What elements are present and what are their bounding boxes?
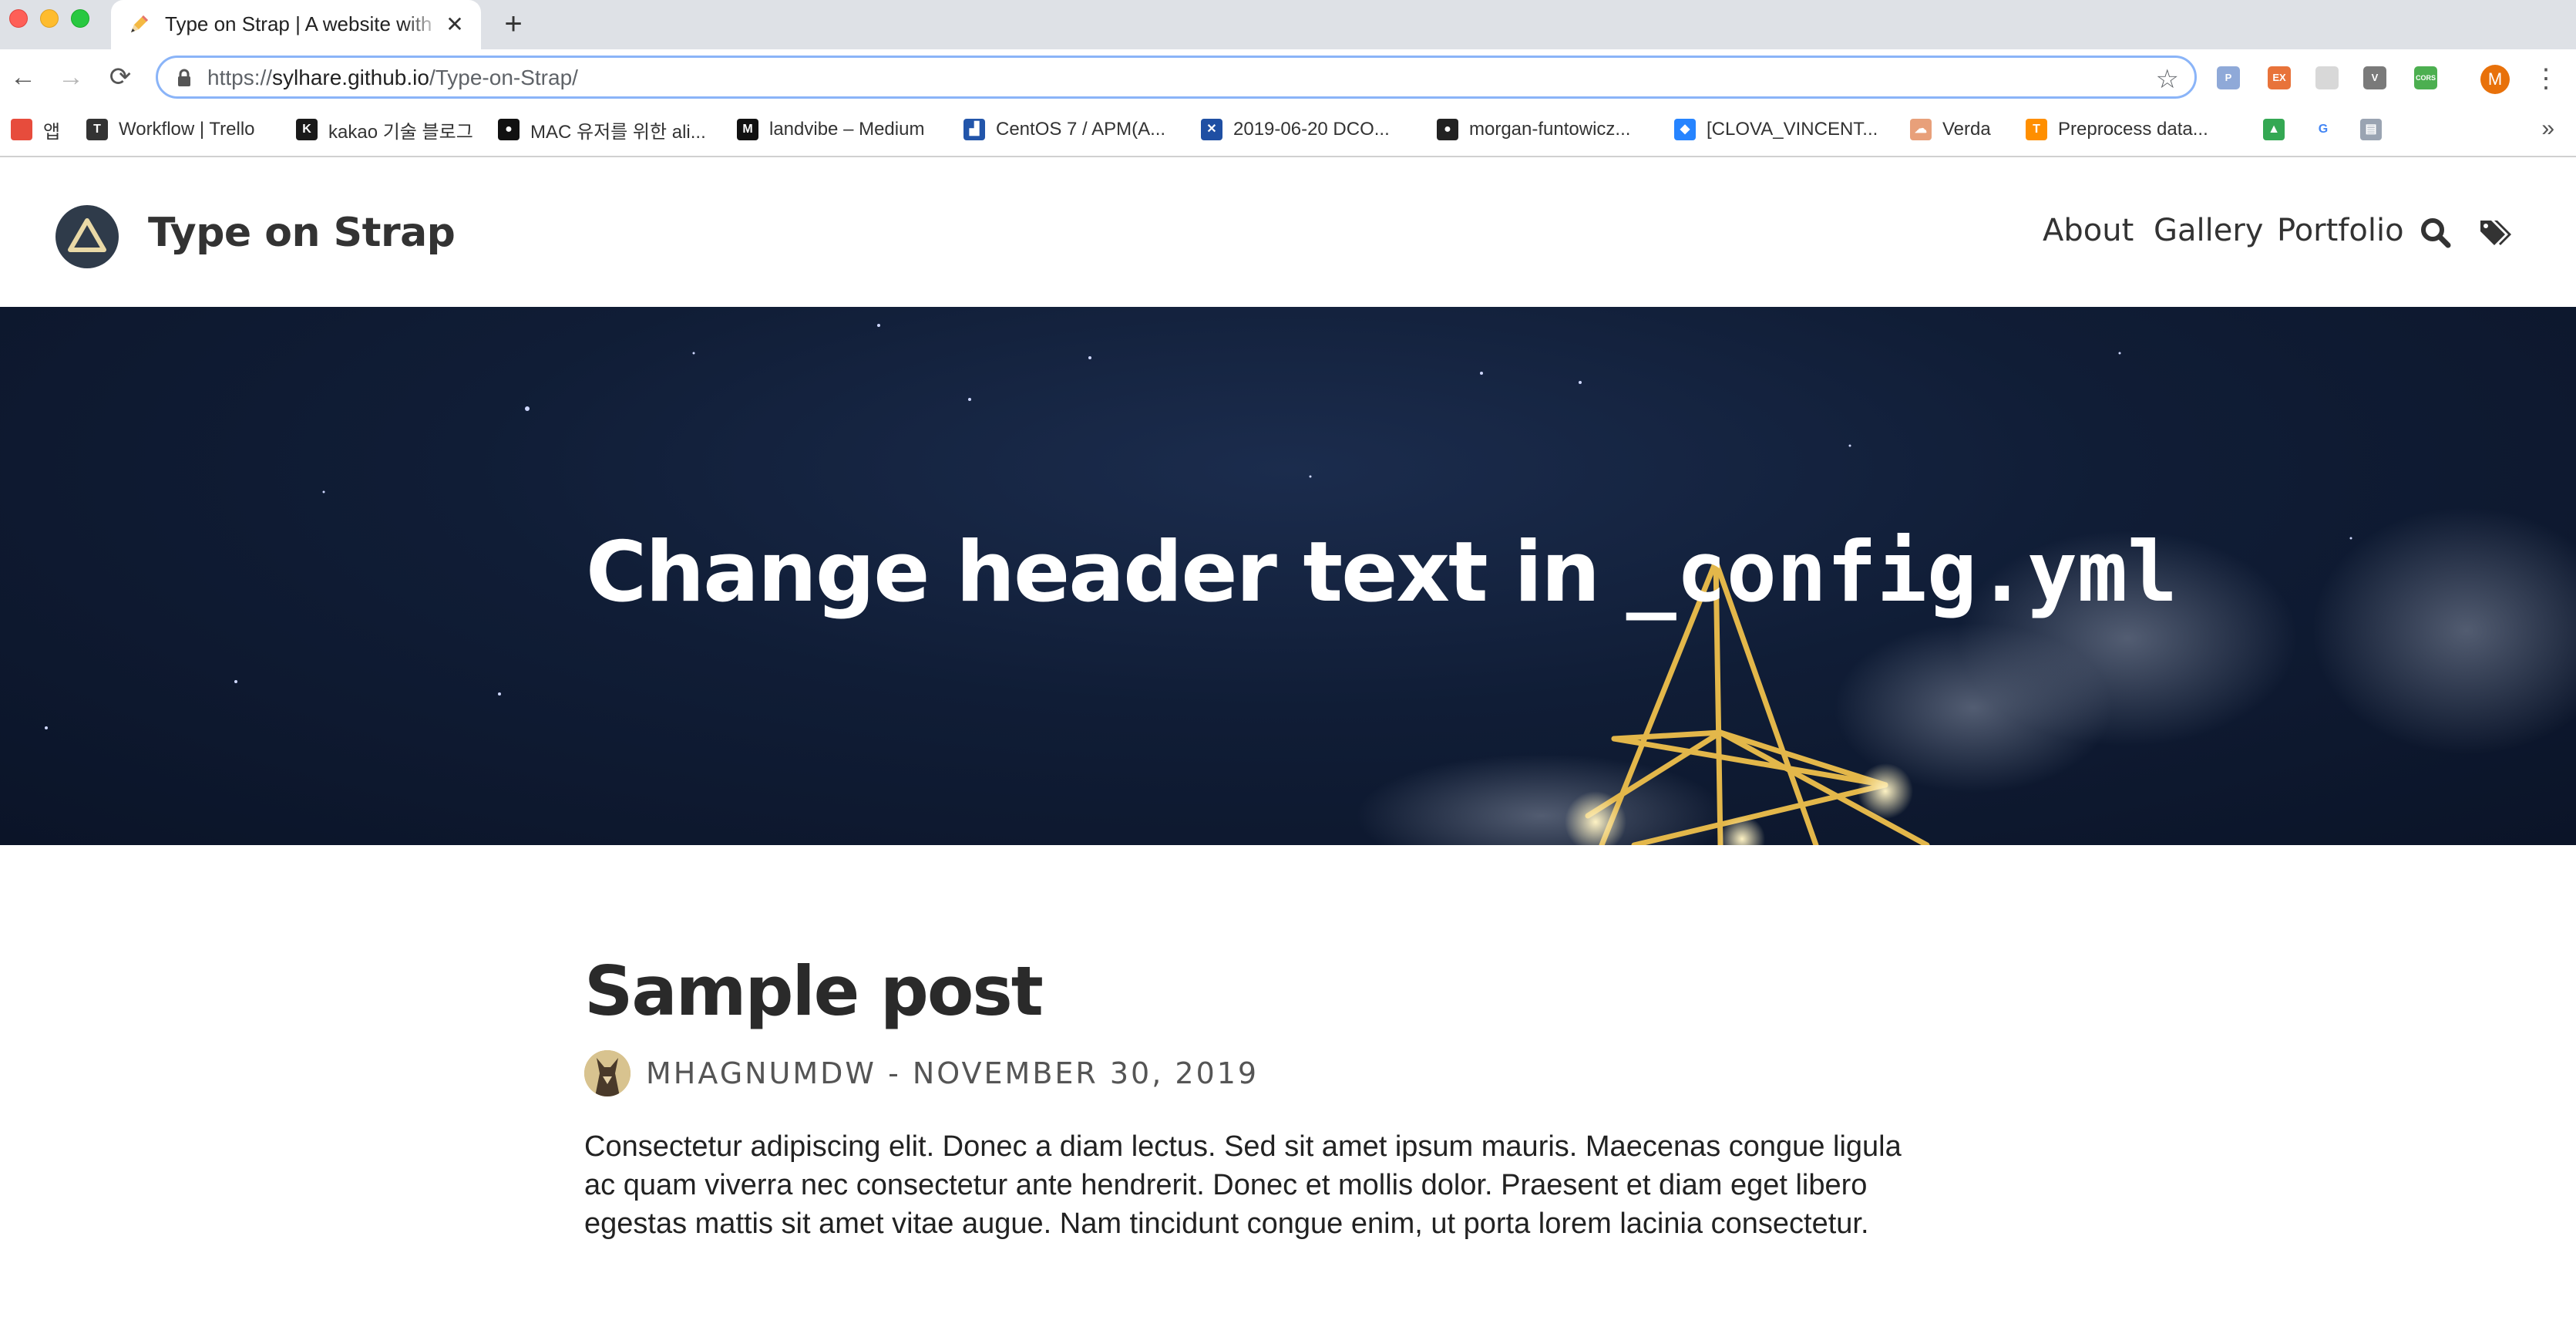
trello-icon: T bbox=[86, 119, 108, 140]
apps-grid-icon bbox=[11, 119, 32, 140]
post-excerpt: Consectetur adipiscing elit. Donec a dia… bbox=[584, 1130, 1902, 1240]
browser-menu-icon[interactable]: ⋮ bbox=[2533, 63, 2559, 94]
author-avatar bbox=[584, 1050, 631, 1096]
bookmark-item[interactable]: 앱 bbox=[11, 116, 60, 143]
reload-button[interactable]: ⟳ bbox=[105, 62, 136, 93]
medium-icon: M bbox=[737, 119, 758, 140]
bookmark-item[interactable]: ▟ CentOS 7 / APM(A... bbox=[963, 116, 1165, 143]
nav-gallery[interactable]: Gallery bbox=[2154, 213, 2263, 248]
bookmark-label: [CLOVA_VINCENT... bbox=[1707, 119, 1878, 140]
post-author-date: MHAGNUMDW - NOVEMBER 30, 2019 bbox=[646, 1056, 1259, 1090]
jira-icon: ◆ bbox=[1674, 119, 1696, 140]
google-drive-icon: ▲ bbox=[2263, 119, 2285, 140]
bookmark-item[interactable]: ✕ 2019-06-20 DCO... bbox=[1201, 116, 1390, 143]
bookmark-item[interactable]: ● morgan-funtowicz... bbox=[1437, 116, 1630, 143]
cors-extension-icon[interactable]: CORS bbox=[2414, 66, 2437, 89]
triangle-logo-icon bbox=[68, 218, 106, 252]
tensorflow-icon: T bbox=[2026, 119, 2047, 140]
address-bar[interactable]: https://sylhare.github.io/Type-on-Strap/… bbox=[156, 56, 2197, 99]
close-window-button[interactable] bbox=[9, 9, 28, 28]
pencil-icon bbox=[131, 15, 148, 32]
paypal-extension-icon[interactable]: P bbox=[2217, 66, 2240, 89]
bookmark-label: morgan-funtowicz... bbox=[1469, 119, 1631, 140]
confluence-icon: ✕ bbox=[1201, 119, 1222, 140]
bookmarks-overflow-button[interactable]: » bbox=[2541, 116, 2554, 142]
post-meta: MHAGNUMDW - NOVEMBER 30, 2019 bbox=[584, 1050, 1972, 1096]
bars-icon: ▟ bbox=[963, 119, 985, 140]
nav-portfolio[interactable]: Portfolio bbox=[2277, 213, 2404, 248]
post-title[interactable]: Sample post bbox=[584, 953, 1972, 1030]
minimize-window-button[interactable] bbox=[40, 9, 59, 28]
site-title[interactable]: Type on Strap bbox=[148, 210, 456, 256]
bookmark-label: 2019-06-20 DCO... bbox=[1233, 119, 1390, 140]
grid-extension-icon[interactable] bbox=[2315, 66, 2339, 89]
hero-title-code: _config.yml bbox=[1626, 524, 2178, 621]
url-path: /Type-on-Strap/ bbox=[429, 66, 578, 89]
vue-extension-icon[interactable]: V bbox=[2363, 66, 2386, 89]
bookmark-item[interactable]: ☁ Verda bbox=[1910, 116, 1991, 143]
bookmark-label: Workflow | Trello bbox=[119, 119, 255, 140]
bookmark-label: Preprocess data... bbox=[2058, 119, 2208, 140]
browser-toolbar: ← → ⟳ https://sylhare.github.io/Type-on-… bbox=[0, 49, 2576, 105]
profile-avatar[interactable]: M bbox=[2480, 65, 2510, 94]
bookmark-item[interactable]: G bbox=[2312, 116, 2345, 143]
site-header: Type on Strap About Gallery Portfolio bbox=[0, 157, 2576, 307]
back-button[interactable]: ← bbox=[8, 62, 39, 93]
verda-icon: ☁ bbox=[1910, 119, 1932, 140]
lock-icon bbox=[178, 69, 190, 86]
bookmark-item[interactable]: ◆ [CLOVA_VINCENT... bbox=[1674, 116, 1878, 143]
post-preview: Sample post MHAGNUMDW - NOVEMBER 30, 201… bbox=[584, 953, 1972, 1243]
new-tab-button[interactable]: + bbox=[499, 8, 527, 39]
hero-title: Change header text in _config.yml bbox=[586, 524, 2177, 621]
bookmark-label: Verda bbox=[1942, 119, 1991, 140]
bookmarks-bar: 앱 T Workflow | Trello Kkakao 기술 블로그 ● MAC 유저를… bbox=[0, 105, 2576, 157]
bookmark-item[interactable]: Mlandvibe – Medium bbox=[737, 116, 924, 143]
tab-close-button[interactable]: ✕ bbox=[442, 12, 467, 37]
ex-extension-icon[interactable]: EX bbox=[2268, 66, 2291, 89]
github-icon: ● bbox=[1437, 119, 1458, 140]
tags-icon[interactable] bbox=[2479, 216, 2513, 250]
browser-tab-active[interactable]: Type on Strap | A website with ✕ bbox=[111, 0, 481, 49]
url-scheme: https:// bbox=[207, 66, 273, 89]
forward-button[interactable]: → bbox=[55, 62, 86, 93]
bookmark-item[interactable]: T Preprocess data... bbox=[2026, 116, 2208, 143]
google-icon: G bbox=[2312, 119, 2334, 140]
bookmark-label: kakao 기술 블로그 bbox=[328, 121, 473, 143]
hero-banner: Change header text in _config.yml bbox=[0, 307, 2576, 845]
kakao-icon: K bbox=[296, 119, 318, 140]
hero-title-text: Change header text in bbox=[586, 524, 1626, 621]
tab-title: Type on Strap | A website with bbox=[165, 12, 442, 36]
mac-icon: ● bbox=[498, 119, 520, 140]
browser-tab-strip: Type on Strap | A website with ✕ + bbox=[0, 0, 2576, 49]
bookmark-label: CentOS 7 / APM(A... bbox=[996, 119, 1166, 140]
bookmark-label: landvibe – Medium bbox=[769, 119, 925, 140]
url-text[interactable]: https://sylhare.github.io/Type-on-Strap/ bbox=[207, 66, 578, 90]
bookmark-item[interactable]: ▤ bbox=[2360, 116, 2393, 143]
doc-icon: ▤ bbox=[2360, 119, 2382, 140]
bookmark-label: 앱 bbox=[43, 121, 61, 143]
zoom-window-button[interactable] bbox=[71, 9, 89, 28]
bookmark-star-icon[interactable]: ☆ bbox=[2156, 64, 2179, 95]
url-host: sylhare.github.io bbox=[272, 66, 429, 89]
bookmark-item[interactable]: ▲ bbox=[2263, 116, 2295, 143]
bookmark-item[interactable]: ● MAC 유저를 위한 ali... bbox=[498, 116, 706, 143]
bookmark-label: MAC 유저를 위한 ali... bbox=[530, 121, 706, 143]
nav-about[interactable]: About bbox=[2043, 213, 2134, 248]
bookmark-item[interactable]: T Workflow | Trello bbox=[86, 116, 255, 143]
search-icon[interactable] bbox=[2419, 216, 2453, 250]
site-logo[interactable] bbox=[55, 205, 119, 268]
bookmark-item[interactable]: Kkakao 기술 블로그 bbox=[296, 116, 473, 143]
